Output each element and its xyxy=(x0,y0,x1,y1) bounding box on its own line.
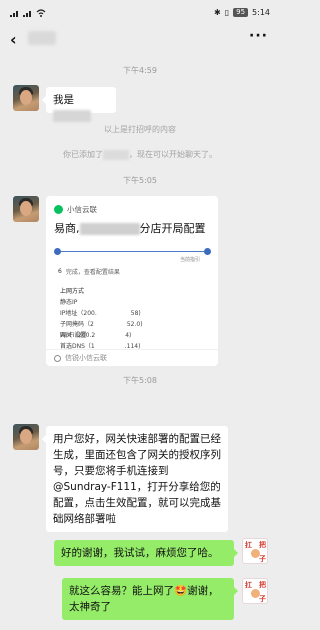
vibrate-icon: ▯ xyxy=(224,8,230,17)
step-row: 6 完成，查看配置结果 xyxy=(58,268,120,276)
progress-dot-start xyxy=(54,248,61,255)
contact-name-redacted[interactable] xyxy=(28,31,56,45)
message-text: 好的谢谢，我试试，麻烦您了哈。 xyxy=(61,547,219,559)
system-note: 以上是打招呼的内容 xyxy=(104,125,176,134)
contact-avatar[interactable] xyxy=(13,424,39,450)
mini-program-icon xyxy=(54,205,63,214)
battery-level: 95 xyxy=(233,8,249,17)
mini-program-small-icon xyxy=(54,354,61,362)
config-line: 子网掩码（2 52.0) xyxy=(60,321,143,328)
redacted-contact xyxy=(103,149,129,160)
signal-icon xyxy=(10,11,18,17)
message-bubble-sent[interactable]: 好的谢谢，我试试，麻烦您了哈。 xyxy=(54,540,238,566)
system-note-added: 你已添加了 ，现在可以开始聊天了。 xyxy=(63,149,217,160)
message-text: 就这么容易？能上网了🤩谢谢，太神奇了 xyxy=(69,585,219,613)
chat-header: ‹ ··· xyxy=(0,26,280,54)
contact-avatar[interactable] xyxy=(13,196,39,222)
redacted-name xyxy=(53,110,91,122)
contact-avatar[interactable] xyxy=(13,85,39,111)
avatar-figure xyxy=(251,589,260,598)
message-bubble[interactable]: 用户您好，网关快速部署的配置已经生成，里面还包含了网关的授权序列号，只要您将手机… xyxy=(42,426,228,532)
user-avatar[interactable]: 扛 把 子 xyxy=(242,538,268,564)
config-heading: 上网方式 xyxy=(60,288,85,295)
status-icons-right: ✱ ▯ 95 5:14 xyxy=(214,8,270,17)
avatar-figure xyxy=(251,549,260,558)
clock: 5:14 xyxy=(252,8,270,17)
progress-line xyxy=(56,251,208,252)
progress-dot-end xyxy=(204,248,211,255)
wifi-settings-label: Wi-Fi设置 xyxy=(60,332,87,339)
message-bubble[interactable]: 我是 xyxy=(42,87,116,122)
mini-program-card[interactable]: 小信云联 易商, 分店开局配置 当前指引 6 完成，查看配置结果 上网方式 静态I… xyxy=(46,196,218,366)
progress-pointer-label: 当前指引 xyxy=(180,257,201,263)
user-avatar[interactable]: 扛 把 子 xyxy=(242,578,268,604)
redacted-store xyxy=(79,223,140,235)
bluetooth-icon: ✱ xyxy=(214,8,221,17)
card-footer: 信锐小信云联 xyxy=(46,349,218,366)
timestamp: 下午5:05 xyxy=(123,176,157,185)
back-arrow-icon[interactable]: ‹ xyxy=(10,30,17,49)
message-text: 用户您好，网关快速部署的配置已经生成，里面还包含了网关的授权序列号，只要您将手机… xyxy=(53,433,221,525)
timestamp: 下午5:08 xyxy=(123,376,157,385)
wifi-icon xyxy=(36,9,46,17)
card-source: 小信云联 xyxy=(54,204,97,215)
config-line: 静态IP xyxy=(60,299,78,306)
more-dots-icon[interactable]: ··· xyxy=(249,28,268,44)
timestamp: 下午4:59 xyxy=(123,66,157,75)
card-title: 易商, 分店开局配置 xyxy=(54,222,206,235)
message-text: 我是 xyxy=(53,94,74,106)
config-line: IP地址（200. 58) xyxy=(60,310,141,317)
status-icons-left xyxy=(10,9,46,17)
status-bar: ✱ ▯ 95 5:14 xyxy=(0,0,280,26)
signal-icon-2 xyxy=(23,11,31,17)
message-bubble-sent[interactable]: 就这么容易？能上网了🤩谢谢，太神奇了 xyxy=(62,578,238,620)
